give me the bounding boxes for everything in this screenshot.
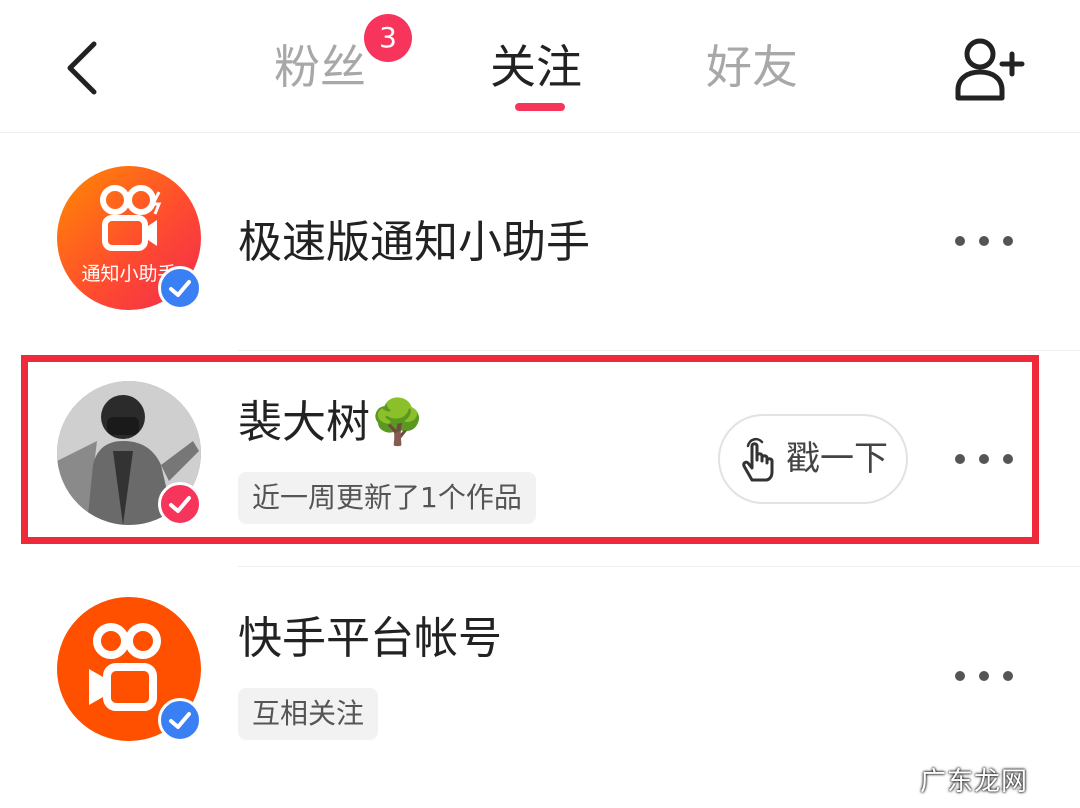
- tab-fans[interactable]: 粉丝: [274, 36, 366, 98]
- more-dots-icon[interactable]: [955, 453, 1015, 467]
- verified-badge-icon: [158, 698, 202, 742]
- list-item[interactable]: 裴大树🌳 近一周更新了1个作品: [0, 351, 1080, 566]
- fans-count-badge: 3: [364, 14, 412, 62]
- watermark: 广东龙网: [920, 767, 1029, 797]
- list-item[interactable]: 通知小助手 极速版通知小助手: [0, 133, 1080, 349]
- user-name[interactable]: 裴大树: [238, 397, 370, 448]
- tab-friends[interactable]: 好友: [706, 36, 798, 98]
- tab-fans-label: 粉丝: [274, 40, 366, 94]
- tab-following[interactable]: 关注: [490, 36, 582, 98]
- tap-hand-icon: [742, 437, 774, 482]
- kuaishou-camera-icon: [100, 185, 162, 251]
- user-name[interactable]: 极速版通知小助手: [238, 215, 590, 271]
- top-nav: 粉丝 3 关注 好友: [0, 0, 1080, 133]
- tab-friends-label: 好友: [706, 40, 798, 94]
- tree-emoji-icon: 🌳: [370, 397, 425, 448]
- more-dots-icon[interactable]: [955, 670, 1015, 684]
- user-name[interactable]: 快手平台帐号: [238, 611, 502, 667]
- poke-label: 戳一下: [786, 439, 888, 479]
- add-user-icon[interactable]: [952, 36, 1028, 102]
- tab-following-label: 关注: [490, 40, 582, 94]
- more-dots-icon[interactable]: [955, 235, 1015, 249]
- user-name-line: 裴大树🌳: [238, 395, 425, 451]
- verified-badge-icon: [158, 482, 202, 526]
- verified-badge-icon: [158, 266, 202, 310]
- update-status-chip: 近一周更新了1个作品: [238, 472, 536, 524]
- mutual-follow-chip: 互相关注: [238, 688, 379, 740]
- list-item[interactable]: 快手平台帐号 互相关注: [0, 567, 1080, 787]
- chevron-left-icon[interactable]: [56, 36, 116, 100]
- active-tab-indicator: [515, 103, 565, 111]
- poke-button[interactable]: 戳一下: [718, 414, 908, 504]
